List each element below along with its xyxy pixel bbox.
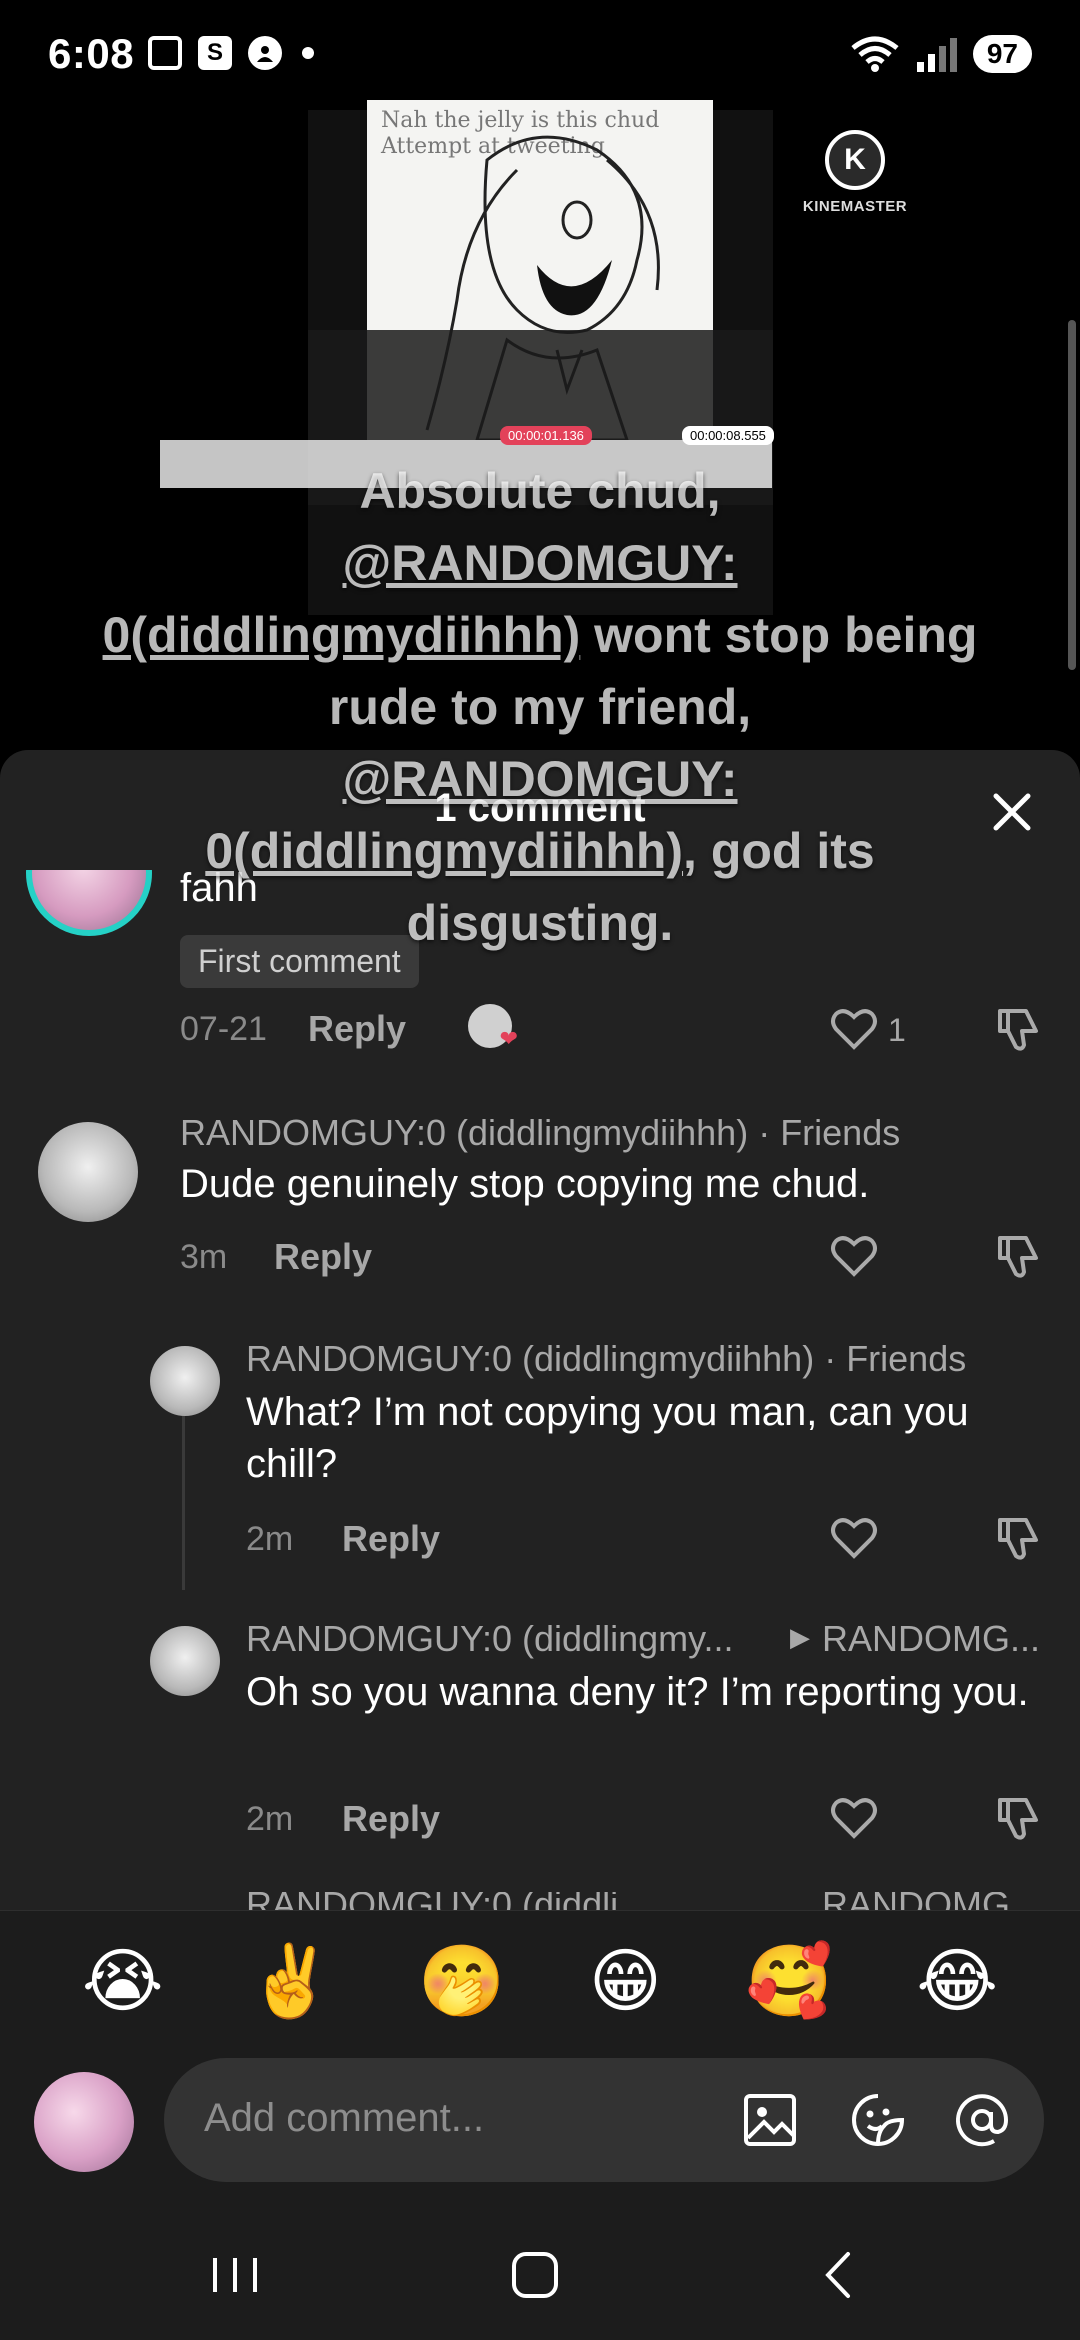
avatar[interactable] — [38, 1122, 138, 1222]
like-icon[interactable] — [828, 1792, 880, 1844]
reply-button[interactable]: Reply — [342, 1518, 440, 1560]
recents-button[interactable] — [200, 2240, 270, 2310]
s-app-icon: S — [198, 36, 232, 70]
emoji-victory[interactable]: ✌️ — [247, 1946, 334, 2016]
reply-to-author[interactable]: RANDOMG... — [822, 1892, 1040, 1910]
comment-date: 3m — [180, 1238, 228, 1276]
comment-author[interactable]: RANDOMGUY:0 (diddlingmydiihhh) · Friends — [180, 1112, 900, 1154]
like-icon[interactable] — [828, 1512, 880, 1564]
account-icon — [248, 36, 282, 70]
sticker-icon[interactable] — [848, 2090, 908, 2150]
video-caption: Absolute chud, @RANDOMGUY: 0(diddlingmyd… — [100, 455, 980, 959]
comment-text: What? I’m not copying you man, can you c… — [246, 1390, 969, 1486]
emoji-hand-over-mouth[interactable]: 🤭 — [418, 1946, 505, 2016]
dislike-icon[interactable] — [992, 1230, 1044, 1282]
timeline-total-time: 00:00:08.555 — [682, 426, 774, 445]
emoji-hearts[interactable]: 🥰 — [746, 1946, 833, 2016]
status-time: 6:08 — [48, 30, 135, 77]
quick-emoji-row: 😭 ✌️ 🤭 😁 🥰 😂 — [0, 1910, 1080, 2050]
home-button[interactable] — [500, 2240, 570, 2310]
comment-author[interactable]: RANDOMGUY:0 (diddlingmydiihhh) · Friends — [246, 1338, 966, 1380]
like-icon[interactable] — [828, 1230, 880, 1282]
heart-icon: ❤ — [499, 1026, 518, 1051]
system-nav-bar — [0, 2200, 1080, 2340]
reply-arrow-icon: ▶ — [790, 1622, 810, 1652]
comment-author[interactable]: RANDOMGUY:0 (diddli... — [246, 1892, 648, 1910]
status-icons-left: S — [148, 36, 314, 70]
wifi-icon — [851, 36, 899, 72]
timeline-current-time: 00:00:01.136 — [500, 426, 592, 445]
image-icon[interactable] — [740, 2090, 800, 2150]
dislike-icon[interactable] — [992, 1003, 1044, 1055]
comment-text: Oh so you wanna deny it? I’m reporting y… — [246, 1670, 1029, 1714]
battery-icon: 97 — [972, 35, 1032, 73]
caption-mention[interactable]: 0(diddlingmydiihhh) — [103, 607, 581, 663]
reply-item: RANDOMGUY:0 (diddli... RANDOMG... — [0, 1892, 1080, 1910]
kinemaster-watermark: K KINEMASTER — [775, 130, 935, 215]
caption-part: Absolute chud, — [359, 463, 721, 519]
caption-mention[interactable]: @RANDOMGUY: — [342, 751, 737, 807]
dislike-icon[interactable] — [992, 1792, 1044, 1844]
like-icon[interactable] — [828, 1003, 880, 1055]
reply-button[interactable]: Reply — [342, 1798, 440, 1840]
comment-date: 2m — [246, 1800, 294, 1838]
comment-text: Dude genuinely stop copying me chud. — [180, 1162, 870, 1206]
reply-to-author[interactable]: RANDOMG... — [822, 1618, 1040, 1660]
notification-dot — [302, 47, 314, 59]
kinemaster-logo-icon: K — [825, 130, 885, 190]
dislike-icon[interactable] — [992, 1512, 1044, 1564]
comment-date: 07-21 — [180, 1010, 267, 1048]
creator-liked-avatar: ❤ — [468, 1004, 518, 1051]
reply-button[interactable]: Reply — [274, 1236, 372, 1278]
avatar[interactable] — [150, 1346, 220, 1416]
signal-icon — [916, 38, 957, 72]
back-button[interactable] — [804, 2240, 874, 2310]
kinemaster-label: KINEMASTER — [802, 198, 908, 215]
scroll-indicator — [1068, 320, 1076, 670]
like-count: 1 — [888, 1012, 906, 1048]
close-icon[interactable] — [986, 786, 1038, 838]
comment-author[interactable]: RANDOMGUY:0 (diddlingmy... — [246, 1618, 733, 1660]
emoji-crying[interactable]: 😭 — [82, 1946, 164, 2016]
comment-input-container[interactable] — [164, 2058, 1044, 2182]
comment-date: 2m — [246, 1520, 294, 1558]
avatar[interactable] — [150, 1626, 220, 1696]
emoji-tears-of-joy[interactable]: 😂 — [916, 1946, 998, 2016]
caption-mention[interactable]: 0(diddlingmydiihhh) — [205, 823, 683, 879]
comment-input-bar — [0, 2050, 1080, 2200]
mention-icon[interactable] — [952, 2090, 1012, 2150]
comment-input[interactable] — [204, 2086, 704, 2150]
caption-mention[interactable]: @RANDOMGUY: — [342, 535, 737, 591]
screenshot-icon — [148, 36, 182, 70]
emoji-grin[interactable]: 😁 — [589, 1946, 662, 2016]
self-avatar[interactable] — [34, 2072, 134, 2172]
status-icons-right: 97 — [849, 34, 1032, 74]
status-bar: 6:08 S 97 — [0, 0, 1080, 110]
reply-button[interactable]: Reply — [308, 1008, 406, 1050]
